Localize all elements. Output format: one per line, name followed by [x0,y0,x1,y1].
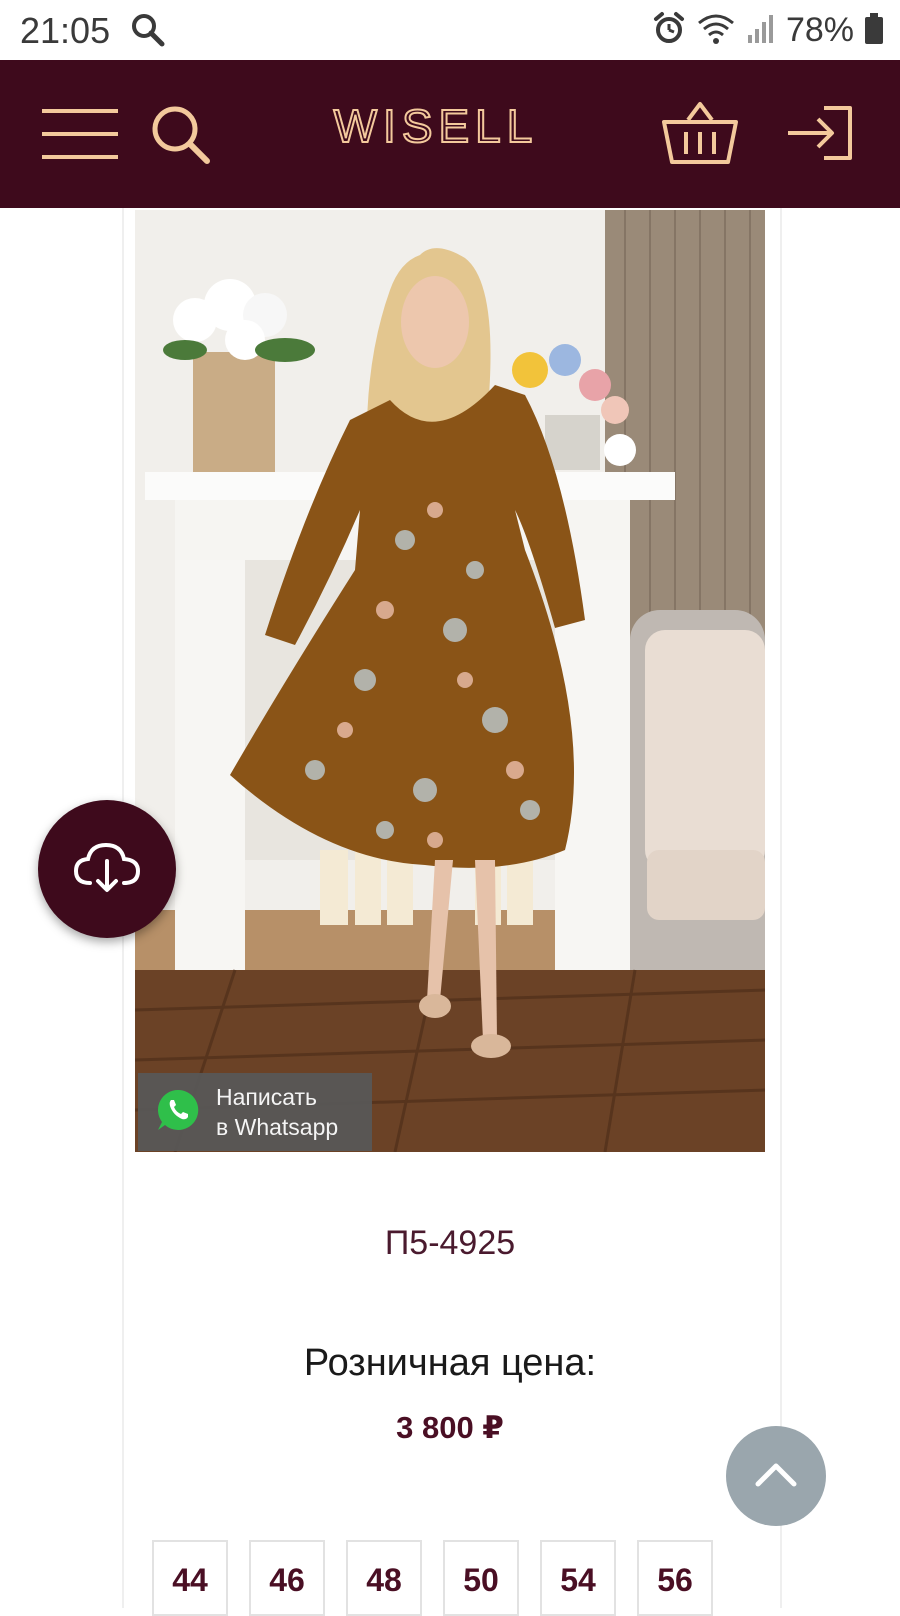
brand-logo-text: WISELL [334,102,539,152]
size-selector: 44 46 48 50 54 56 [152,1540,713,1616]
product-photo[interactable] [135,210,765,1152]
search-icon [130,12,166,53]
whatsapp-button[interactable]: Написать в Whatsapp [138,1073,372,1151]
scroll-top-button[interactable] [726,1426,826,1526]
size-option[interactable]: 54 [540,1540,616,1616]
chevron-up-icon [754,1460,798,1493]
price-label: Розничная цена: [303,1342,597,1384]
whatsapp-label-line1: Написать [216,1084,318,1110]
whatsapp-label: Написать в Whatsapp [216,1082,338,1142]
wifi-icon [696,11,736,50]
download-button[interactable] [38,800,176,938]
status-bar: 21:05 78% [0,0,900,60]
menu-icon[interactable] [40,107,120,166]
status-time: 21:05 [20,10,111,51]
battery-icon [864,11,884,50]
size-option[interactable]: 50 [443,1540,519,1616]
battery-percent: 78% [785,10,854,49]
brand-logo[interactable]: WISELL [276,99,596,153]
size-option[interactable]: 56 [637,1540,713,1616]
whatsapp-label-line2: в Whatsapp [216,1114,339,1140]
search-icon[interactable] [150,104,212,171]
whatsapp-icon [154,1086,202,1139]
status-icons: 78% [652,10,884,50]
basket-icon[interactable] [660,98,740,173]
login-icon[interactable] [784,104,856,167]
size-option[interactable]: 48 [346,1540,422,1616]
cloud-download-icon [72,839,142,900]
signal-icon [746,11,776,50]
size-option[interactable]: 46 [249,1540,325,1616]
product-sku: П5-4925 [384,1224,516,1262]
alarm-icon [652,11,686,50]
size-option[interactable]: 44 [152,1540,228,1616]
